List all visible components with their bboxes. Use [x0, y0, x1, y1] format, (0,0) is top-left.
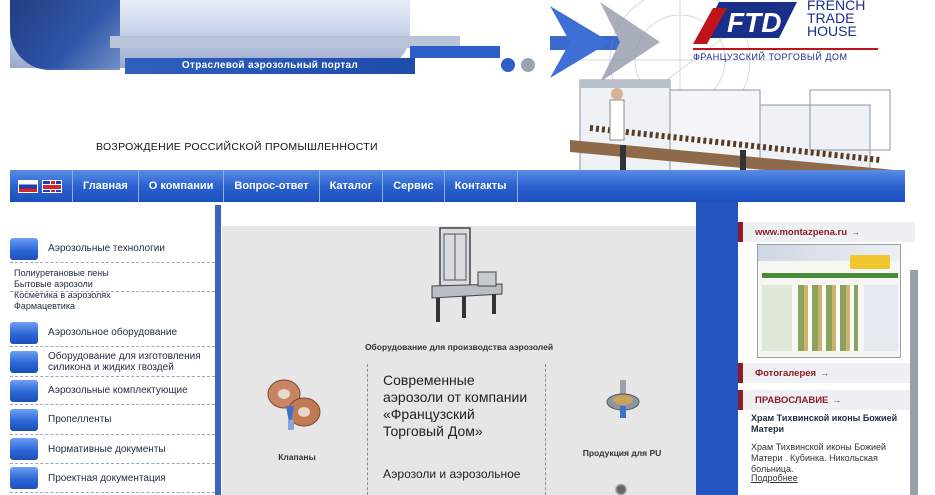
- pu-product-image[interactable]: [600, 380, 644, 420]
- equipment-caption[interactable]: Оборудование для производства аэрозолей: [222, 342, 696, 352]
- product-thumbnail[interactable]: [614, 484, 628, 495]
- nav-about[interactable]: О компании: [139, 170, 225, 202]
- nav-contacts[interactable]: Контакты: [445, 170, 518, 202]
- sidebar-button-icon: [10, 321, 38, 344]
- photo-gallery-link[interactable]: Фотогалерея: [755, 368, 816, 379]
- news-text: Храм Тихвинской иконы Божией Матери . Ку…: [751, 442, 887, 474]
- column-divider: [545, 364, 546, 495]
- nav-catalog[interactable]: Каталог: [320, 170, 384, 202]
- arrow-right-icon: →: [851, 227, 861, 237]
- sidebar-divider: [10, 291, 215, 292]
- aerosol-machine-image[interactable]: [428, 226, 504, 326]
- flag-uk-icon[interactable]: [42, 179, 62, 193]
- left-sidebar: Аэрозольные технологии Полиуретановые пе…: [0, 205, 221, 495]
- site-link-header[interactable]: www.montazpena.ru →: [738, 222, 915, 242]
- sidebar-item-components[interactable]: Аэрозольные комплектующие: [10, 377, 215, 405]
- slogan: ВОЗРОЖДЕНИЕ РОССИЙСКОЙ ПРОМЫШЛЕННОСТИ: [96, 141, 378, 153]
- sidebar-button-icon: [10, 467, 38, 489]
- main-nav: Главная О компании Вопрос-ответ Каталог …: [10, 170, 905, 202]
- sidebar-item-regulations[interactable]: Нормативные документы: [10, 435, 215, 464]
- site-preview-image[interactable]: [757, 244, 901, 358]
- sidebar-button-icon: [10, 379, 38, 402]
- valve-image[interactable]: [264, 376, 326, 434]
- site-link[interactable]: www.montazpena.ru: [755, 227, 847, 238]
- more-link[interactable]: Подробнее: [751, 473, 798, 483]
- sidebar-button-icon: [10, 237, 38, 260]
- main-content: Оборудование для производства аэрозолей …: [222, 226, 696, 495]
- right-blue-strip: [696, 202, 738, 495]
- sidebar-item-project-docs[interactable]: Проектная документация: [10, 464, 215, 493]
- orthodoxy-header[interactable]: ПРАВОСЛАВИЕ →: [738, 390, 915, 410]
- sidebar-button-icon: [10, 350, 38, 373]
- language-switcher: [10, 170, 73, 202]
- nav-service[interactable]: Сервис: [383, 170, 445, 202]
- orthodoxy-link[interactable]: ПРАВОСЛАВИЕ: [755, 395, 828, 406]
- right-sidebar: www.montazpena.ru → Фотогалерея → ПРАВОС…: [738, 205, 920, 495]
- headline: Современные аэрозоли от компании «Францу…: [383, 372, 528, 439]
- factory-photo: [570, 79, 895, 170]
- sidebar-button-icon: [10, 438, 38, 460]
- sidebar-item-aerosol-tech[interactable]: Аэрозольные технологии: [10, 235, 215, 263]
- arrow-right-icon: →: [820, 368, 830, 378]
- main-top-strip: [222, 205, 696, 226]
- pu-caption[interactable]: Продукция для PU: [562, 448, 682, 458]
- subheadline: Аэрозоли и аэрозольное: [383, 467, 521, 481]
- sidebar-item-silicone-equipment[interactable]: Оборудование для изготовления силикона и…: [10, 347, 215, 377]
- sidebar-item-aerosol-equipment[interactable]: Аэрозольное оборудование: [10, 319, 215, 347]
- portal-subtitle: Отраслевой аэрозольный портал: [125, 58, 415, 74]
- news-title[interactable]: Храм Тихвинской иконы Божией Матери: [751, 413, 911, 435]
- sidebar-item-propellants[interactable]: Пропелленты: [10, 405, 215, 435]
- arrow-right-icon: →: [832, 395, 842, 405]
- nav-faq[interactable]: Вопрос-ответ: [224, 170, 320, 202]
- sidebar-rule: [215, 205, 221, 495]
- photo-gallery-header[interactable]: Фотогалерея →: [738, 363, 915, 383]
- flag-russia-icon[interactable]: [18, 179, 38, 193]
- right-scrollbar[interactable]: [910, 270, 918, 495]
- valves-caption[interactable]: Клапаны: [252, 452, 342, 462]
- sidebar-subitem-household[interactable]: Бытовые аэрозоли: [14, 279, 93, 290]
- nav-home[interactable]: Главная: [73, 170, 139, 202]
- column-divider: [367, 364, 368, 495]
- site-header: Отраслевой аэрозольный портал ВОЗРОЖДЕНИ…: [0, 0, 935, 170]
- sidebar-subitem-pharma[interactable]: Фармацевтика: [14, 301, 75, 312]
- sidebar-button-icon: [10, 408, 38, 431]
- sidebar-subitem-pu-foam[interactable]: Полиуретановые пены: [14, 268, 109, 279]
- globe-graphic: [10, 0, 120, 70]
